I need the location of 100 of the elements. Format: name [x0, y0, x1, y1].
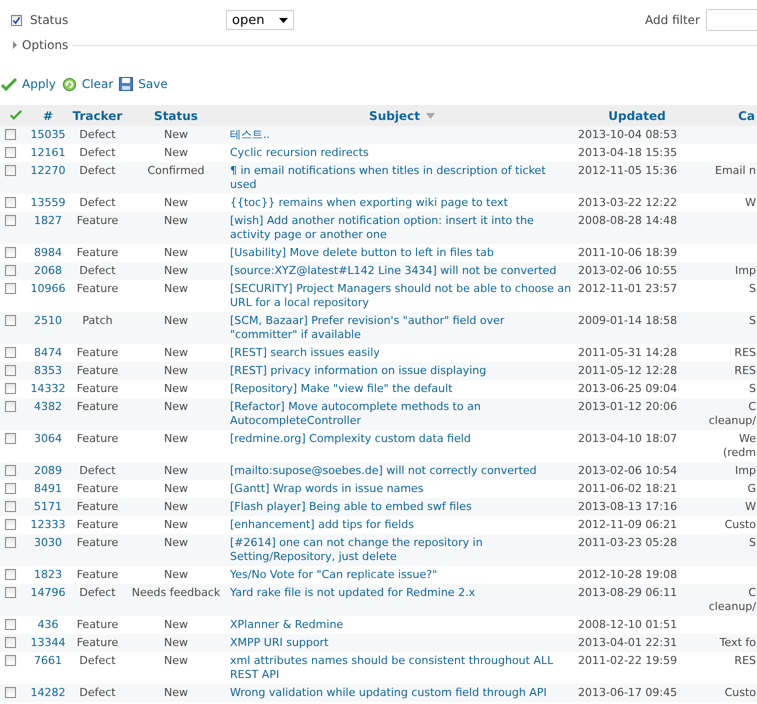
row-checkbox[interactable] [5, 247, 16, 258]
action-link[interactable]: Clear [62, 76, 114, 92]
row-checkbox[interactable] [5, 637, 16, 648]
row-checkbox[interactable] [5, 569, 16, 580]
row-checkbox[interactable] [5, 687, 16, 698]
status-text: Needs feedback [132, 586, 220, 599]
issue-id-link[interactable]: 14332 [30, 382, 66, 395]
action-link[interactable]: Apply [1, 77, 56, 91]
updated-text: 2011-05-31 14:28 [578, 346, 678, 359]
tracker-text: Defect [79, 146, 116, 159]
row-checkbox[interactable] [5, 433, 16, 444]
issue-id-link[interactable]: 8491 [34, 482, 62, 495]
status-operator-select[interactable]: open [226, 10, 294, 30]
row-checkbox[interactable] [5, 401, 16, 412]
sort-arrow-icon [426, 112, 435, 118]
updated-text: 2013-06-25 09:04 [578, 382, 678, 395]
action-link[interactable]: Save [119, 77, 168, 91]
tracker-text: Feature [76, 214, 118, 227]
issue-title-link[interactable]: xml attributes names should be consistent throughout ALL REST API [230, 654, 572, 682]
status-text: New [164, 146, 188, 159]
row-checkbox[interactable] [5, 587, 16, 598]
issue-title-link[interactable]: [SECURITY] Project Managers should not be able to choose an URL for a local repository [230, 282, 572, 310]
issue-id-link[interactable]: 436 [38, 618, 58, 631]
row-checkbox[interactable] [5, 347, 16, 358]
issue-title-link[interactable]: [Gantt] Wrap words in issue names [230, 482, 572, 496]
column-header-link[interactable]: Ca [738, 108, 755, 122]
row-checkbox[interactable] [5, 165, 16, 176]
tracker-text: Defect [79, 686, 116, 699]
issue-id-link[interactable]: 12333 [30, 518, 66, 531]
updated-text: 2008-12-10 01:51 [578, 618, 678, 631]
status-text: New [164, 214, 188, 227]
category-text: RES [734, 346, 756, 359]
tracker-text: Feature [76, 636, 118, 649]
row-checkbox[interactable] [5, 519, 16, 530]
row-checkbox[interactable] [5, 283, 16, 294]
issue-id-link[interactable]: 13559 [30, 196, 66, 209]
category-text: C cleanup/ [708, 586, 756, 613]
row-checkbox[interactable] [5, 129, 16, 140]
checkmark-icon [1, 77, 17, 91]
issue-id-link[interactable]: 1823 [34, 568, 62, 581]
issue-id-link[interactable]: 10966 [30, 282, 66, 295]
issue-title-link[interactable]: [Repository] Make "view file" the default [230, 382, 572, 396]
category-text: S [749, 282, 756, 295]
status-text: New [164, 518, 188, 531]
category-text: Custo [724, 518, 756, 531]
category-text: We (redm [722, 432, 756, 459]
dropdown-arrow-icon [279, 18, 288, 22]
issue-title-link[interactable]: [REST] search issues easily [230, 346, 572, 360]
row-checkbox[interactable] [5, 655, 16, 666]
row-checkbox[interactable] [5, 465, 16, 476]
options-toggle[interactable]: Options [0, 38, 72, 52]
row-checkbox[interactable] [5, 197, 16, 208]
row-checkbox[interactable] [5, 619, 16, 630]
tracker-text: Feature [76, 346, 118, 359]
issue-id-link[interactable]: 8984 [34, 246, 62, 259]
row-checkbox[interactable] [5, 365, 16, 376]
row-checkbox[interactable] [5, 315, 16, 326]
status-checkbox[interactable] [11, 14, 22, 26]
row-checkbox[interactable] [5, 483, 16, 494]
updated-text: 2011-06-02 18:21 [578, 482, 678, 495]
column-header-link[interactable]: Subject [369, 108, 435, 122]
issue-id-link[interactable]: 12161 [30, 146, 66, 159]
issue-title-link[interactable]: [redmine.org] Complexity custom data field [230, 432, 572, 446]
row-checkbox[interactable] [5, 265, 16, 276]
category-text: W [745, 500, 756, 513]
tracker-text: Defect [79, 464, 116, 477]
issue-title-link[interactable]: [enhancement] add tips for fields [230, 518, 572, 532]
status-text: New [164, 314, 188, 327]
row-checkbox[interactable] [5, 147, 16, 158]
tracker-text: Defect [79, 264, 116, 277]
updated-text: 2009-01-14 18:58 [578, 314, 678, 327]
category-text: W [745, 196, 756, 209]
column-header-link[interactable]: # [42, 108, 54, 122]
issue-title-link[interactable]: Yes/No Vote for "Can replicate issue?" [230, 568, 572, 582]
row-checkbox[interactable] [5, 537, 16, 548]
status-text: New [164, 464, 188, 477]
issue-id-link[interactable]: 7661 [34, 654, 62, 667]
status-text: New [164, 686, 188, 699]
status-text: New [164, 432, 188, 445]
issue-title-link[interactable]: [Usability] Move delete button to left in files tab [230, 246, 572, 260]
issue-title-link[interactable]: {{toc}} remains when exporting wiki page to text [230, 196, 572, 210]
updated-text: 2013-04-10 18:07 [578, 432, 678, 445]
tracker-text: Feature [76, 432, 118, 445]
category-text: RES [734, 364, 756, 377]
issue-id-link[interactable]: 3064 [34, 432, 62, 445]
row-checkbox[interactable] [5, 501, 16, 512]
category-text: G [747, 482, 756, 495]
issue-id-link[interactable]: 8474 [34, 346, 62, 359]
issue-title-link[interactable]: Cyclic recursion redirects [230, 146, 572, 160]
status-text: New [164, 346, 188, 359]
row-checkbox[interactable] [5, 215, 16, 226]
status-text: New [164, 400, 188, 413]
status-text: Confirmed [147, 164, 205, 177]
row-checkbox[interactable] [5, 383, 16, 394]
updated-text: 2013-04-18 15:35 [578, 146, 678, 159]
tracker-text: Feature [76, 482, 118, 495]
category-text: C cleanup/ [708, 400, 756, 427]
issue-title-link[interactable]: XPlanner & Redmine [230, 618, 572, 632]
status-text: New [164, 568, 188, 581]
checkmark-icon[interactable] [10, 108, 22, 120]
